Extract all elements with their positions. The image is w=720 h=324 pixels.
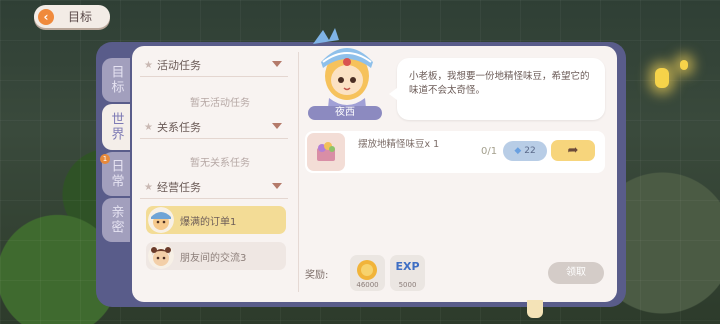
- gem-cost: 22: [524, 146, 536, 156]
- section-title: 经营任务: [156, 181, 201, 194]
- objective-text: 摆放地精怪味豆x 1: [358, 139, 440, 150]
- back-label: 目标: [68, 10, 93, 24]
- ribbon-tag: [527, 300, 543, 318]
- npc-avatar-icon: [148, 207, 174, 233]
- section-header-events[interactable]: ★ 活动任务: [140, 54, 288, 77]
- exp-icon: EXP: [395, 260, 420, 273]
- go-arrow-icon: ➦: [567, 143, 579, 158]
- coin-icon: [357, 260, 377, 280]
- task-list: ★ 活动任务 暂无活动任务 ★ 关系任务 暂无关系任务 ★ 经营任务 爆满的订单…: [140, 50, 295, 295]
- dialogue-text: 小老板，我想要一份地精怪味豆，希望它的味道不会太奇怪。: [409, 71, 590, 96]
- task-item[interactable]: 朋友间的交流3: [146, 242, 286, 270]
- lantern-icon: [680, 60, 688, 70]
- collapse-arrow-icon: [272, 123, 282, 129]
- tab-label: 亲密: [108, 205, 124, 235]
- lantern-icon: [655, 68, 669, 88]
- empty-text: 暂无活动任务: [190, 98, 250, 109]
- back-arrow-icon: ‹: [38, 8, 54, 25]
- section-title: 关系任务: [156, 121, 201, 134]
- star-icon: ★: [144, 181, 153, 193]
- dialogue-bubble: 小老板，我想要一份地精怪味豆，希望它的味道不会太奇怪。: [389, 58, 605, 120]
- star-icon: ★: [144, 121, 153, 133]
- section-header-business[interactable]: ★ 经营任务: [140, 176, 288, 199]
- tab-label: 目标: [108, 65, 124, 95]
- reward-amount: 46000: [356, 281, 379, 289]
- section-title: 活动任务: [156, 59, 201, 72]
- empty-text: 暂无关系任务: [190, 158, 250, 169]
- npc-name: 夜西: [308, 106, 382, 120]
- tab-world[interactable]: 世界: [102, 104, 130, 150]
- gem-icon: ◆: [514, 146, 522, 156]
- objective-item: [307, 133, 345, 171]
- task-item-selected[interactable]: 爆满的订单1: [146, 206, 286, 234]
- gem-skip-button[interactable]: ◆ 22: [503, 141, 547, 161]
- reward-label: 奖励:: [305, 270, 329, 281]
- objective-row: 摆放地精怪味豆x 1 0/1 ◆ 22 ➦: [305, 131, 605, 173]
- bubble-tail: [389, 88, 397, 100]
- reward-item-exp[interactable]: EXP 5000: [390, 255, 425, 291]
- section-header-relations[interactable]: ★ 关系任务: [140, 116, 288, 139]
- tab-goals[interactable]: 目标: [102, 58, 130, 102]
- npc-avatar-icon: [148, 243, 174, 269]
- reward-item-coin[interactable]: 46000: [350, 255, 385, 291]
- go-button[interactable]: ➦: [551, 140, 595, 161]
- claim-button[interactable]: 领取: [548, 262, 604, 284]
- tab-label: 世界: [108, 112, 124, 142]
- collapse-arrow-icon: [272, 61, 282, 67]
- back-button[interactable]: ‹ 目标: [34, 5, 110, 28]
- tab-intimacy[interactable]: 亲密: [102, 198, 130, 242]
- npc-portrait-icon: [313, 28, 373, 118]
- task-label: 朋友间的交流3: [180, 252, 247, 264]
- task-label: 爆满的订单1: [180, 216, 237, 228]
- collapse-arrow-icon: [272, 183, 282, 189]
- objective-progress: 0/1: [481, 146, 498, 157]
- notification-badge: 1: [100, 154, 110, 164]
- panel-divider: [298, 52, 299, 292]
- star-icon: ★: [144, 59, 153, 71]
- bean-box-icon: [317, 142, 335, 161]
- reward-amount: 5000: [398, 281, 417, 289]
- tab-label: 日常: [108, 159, 124, 189]
